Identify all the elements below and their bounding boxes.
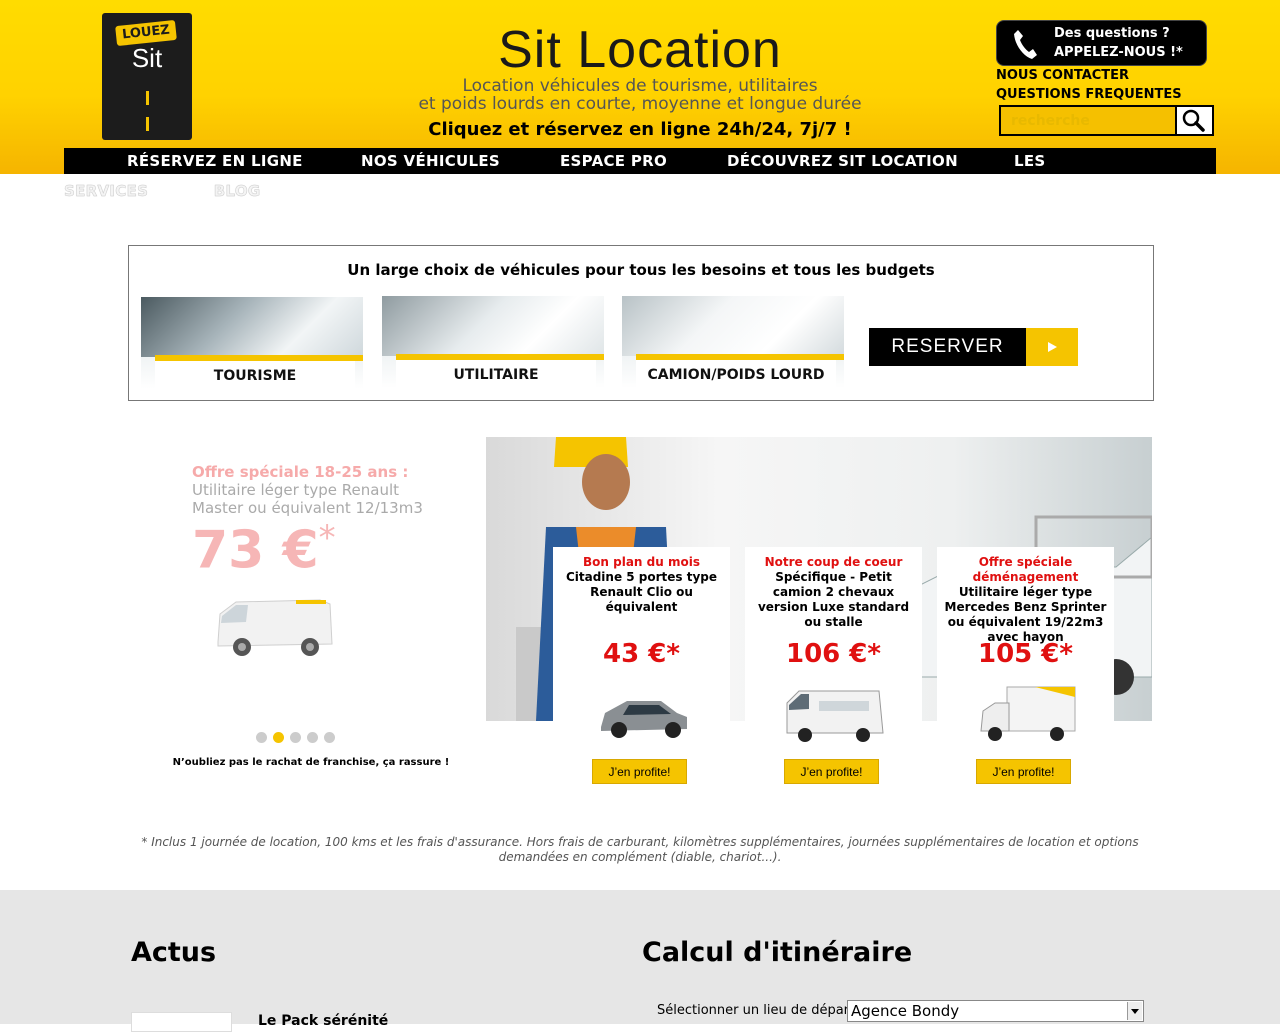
car-image	[601, 701, 687, 738]
moving-van-image	[980, 686, 1076, 741]
price-disclaimer: * Inclus 1 journée de location, 100 kms …	[141, 835, 1139, 864]
promo-price-star: *	[318, 518, 336, 558]
nav-item-les-services[interactable]: LES	[1014, 152, 1046, 170]
offer-description: Citadine 5 portes type Renault Clio ou é…	[565, 570, 718, 614]
news-title-link[interactable]: Le Pack sérénité	[258, 1013, 388, 1029]
truck-photo	[622, 296, 844, 356]
vehicle-card-label: TOURISME	[155, 361, 355, 389]
van-image	[217, 599, 333, 656]
offer-card-2: Notre coup de coeur Spécifique - Petit c…	[745, 547, 922, 795]
phone-call-text: APPELEZ-NOUS !*	[1054, 45, 1183, 60]
vehicle-card-utilitaire[interactable]: UTILITAIRE	[382, 296, 604, 388]
search-input[interactable]	[1001, 107, 1175, 134]
nav-item-decouvrez[interactable]: DÉCOUVREZ SIT LOCATION	[727, 152, 958, 170]
offer-card-3: Offre spéciale déménagement Utilitaire l…	[937, 547, 1114, 795]
offer-description: Utilitaire léger type Mercedes Benz Spri…	[944, 585, 1107, 644]
nav-item-reservez[interactable]: RÉSERVEZ EN LIGNE	[127, 152, 303, 170]
vehicle-card-tourisme[interactable]: TOURISME	[141, 297, 363, 389]
reserve-button-label: RESERVER	[891, 336, 1004, 357]
itinerary-heading: Calcul d'itinéraire	[642, 937, 913, 968]
search-button[interactable]	[1175, 107, 1212, 134]
tagline: Location véhicules de tourisme, utilitai…	[390, 77, 890, 113]
offer-title: Notre coup de coeur	[764, 555, 903, 569]
logo-road-mark	[146, 91, 149, 105]
offer-button[interactable]: J’en profite!	[592, 759, 687, 784]
departure-select[interactable]: Agence Bondy	[847, 1000, 1144, 1022]
logo[interactable]: LOUEZ Sit	[102, 13, 192, 140]
logo-road-mark	[146, 117, 149, 131]
nav-item-vehicules[interactable]: NOS VÉHICULES	[361, 152, 500, 170]
contact-link[interactable]: NOUS CONTACTER	[996, 68, 1129, 83]
phone-question-text: Des questions ?	[1054, 26, 1170, 41]
vehicle-choice-panel: Un large choix de véhicules pour tous le…	[128, 245, 1154, 401]
promo-price-value: 73 €	[192, 520, 319, 581]
tagline-line-2: et poids lourds en courte, moyenne et lo…	[418, 94, 862, 114]
slider-dot-2-active[interactable]	[273, 732, 284, 743]
logo-sit: Sit	[131, 43, 163, 73]
offer-price: 105 €*	[977, 639, 1073, 669]
offer-button[interactable]: J’en profite!	[784, 759, 879, 784]
phone-contact-box[interactable]: Des questions ? APPELEZ-NOUS !*	[996, 20, 1207, 66]
play-arrow-icon	[1026, 328, 1078, 366]
vehicle-choice-title: Un large choix de véhicules pour tous le…	[347, 261, 935, 279]
nav-item-espace-pro[interactable]: ESPACE PRO	[560, 152, 667, 170]
franchise-note: N’oubliez pas le rachat de franchise, ça…	[172, 757, 450, 768]
nav-overflow: SERVICES BLOG	[64, 182, 261, 201]
promo-description: Utilitaire léger type Renault Master ou …	[192, 481, 423, 517]
slider-dot-1[interactable]	[256, 732, 267, 743]
promo-price: 73 €*	[192, 518, 336, 580]
offer-price: 106 €*	[785, 639, 881, 669]
actus-heading: Actus	[131, 937, 217, 968]
main-nav: RÉSERVEZ EN LIGNE NOS VÉHICULES ESPACE P…	[64, 148, 1216, 174]
van-photo	[382, 296, 604, 356]
tagline-line-1: Location véhicules de tourisme, utilitai…	[462, 76, 818, 96]
horse-truck-image	[786, 690, 884, 742]
nav-item-services[interactable]: SERVICES	[64, 182, 148, 201]
offer-card-1: Bon plan du mois Citadine 5 portes type …	[553, 547, 730, 795]
departure-label: Sélectionner un lieu de départ:	[657, 1003, 859, 1018]
booking-cta: Cliquez et réservez en ligne 24h/24, 7j/…	[428, 119, 852, 140]
vehicle-card-label: CAMION/POIDS LOURD	[636, 360, 836, 388]
offer-button[interactable]: J’en profite!	[976, 759, 1071, 784]
offer-title: Bon plan du mois	[583, 555, 700, 569]
offer-description: Spécifique - Petit camion 2 chevaux vers…	[757, 570, 910, 629]
promo-title: Offre spéciale 18-25 ans :	[192, 463, 409, 481]
phone-icon	[1014, 30, 1037, 59]
site-title: Sit Location	[498, 21, 782, 79]
offer-title: Offre spéciale déménagement	[972, 555, 1079, 584]
reserve-button[interactable]: RESERVER	[869, 328, 1078, 366]
news-thumbnail[interactable]	[131, 1012, 232, 1032]
slider-dot-4[interactable]	[307, 732, 318, 743]
offer-price: 43 €*	[603, 639, 680, 669]
search-icon	[1182, 109, 1205, 132]
slider-dot-3[interactable]	[290, 732, 301, 743]
departure-selected-value: Agence Bondy	[851, 1002, 960, 1020]
car-photo	[141, 297, 363, 357]
faq-link[interactable]: QUESTIONS FREQUENTES	[996, 87, 1182, 102]
vehicle-card-label: UTILITAIRE	[396, 360, 596, 388]
slider-dot-5[interactable]	[324, 732, 335, 743]
vehicle-card-camion[interactable]: CAMION/POIDS LOURD	[622, 296, 844, 388]
chevron-down-icon	[1127, 1002, 1142, 1020]
nav-item-blog[interactable]: BLOG	[214, 182, 261, 201]
search-box	[999, 105, 1214, 136]
